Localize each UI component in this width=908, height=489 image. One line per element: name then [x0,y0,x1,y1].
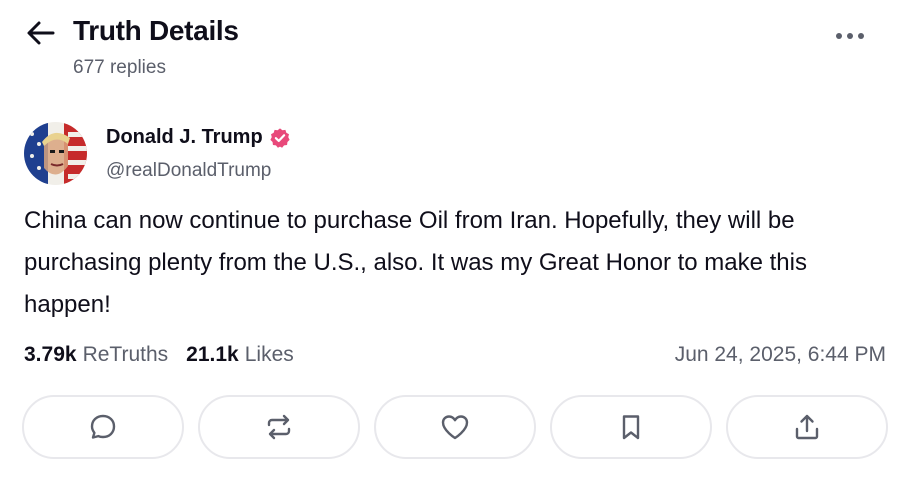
more-horizontal-icon [836,33,864,39]
author-handle[interactable]: @realDonaldTrump [106,160,271,182]
author-name[interactable]: Donald J. Trump [106,126,263,149]
heart-icon [441,415,469,440]
arrow-left-icon [27,21,55,45]
retruth-button[interactable] [198,395,360,459]
post-actions [22,395,888,459]
post-stats: 3.79k ReTruths 21.1k Likes Jun 24, 2025,… [24,340,886,370]
share-icon [795,414,819,440]
retruths-count[interactable]: 3.79k [24,343,77,367]
page-title: Truth Details [73,15,239,46]
post-text: China can now continue to purchase Oil f… [24,207,807,318]
author-name-row: Donald J. Trump [106,126,291,149]
bookmark-icon [622,415,640,440]
likes-count[interactable]: 21.1k [186,343,239,367]
page-header: Truth Details 677 replies [0,0,908,96]
share-button[interactable] [726,395,888,459]
bookmark-button[interactable] [550,395,712,459]
replies-count: 677 replies [73,57,166,78]
like-button[interactable] [374,395,536,459]
back-button[interactable] [24,18,58,48]
verified-badge-icon [270,127,290,148]
likes-label[interactable]: Likes [245,343,294,367]
reply-button[interactable] [22,395,184,459]
post-author: Donald J. Trump @realDonaldTrump [24,122,624,186]
comment-icon [90,414,116,439]
repost-icon [267,414,291,440]
more-options-button[interactable] [830,24,870,48]
avatar[interactable] [24,122,87,185]
retruths-label[interactable]: ReTruths [83,343,169,367]
post-timestamp: Jun 24, 2025, 6:44 PM [674,343,886,366]
